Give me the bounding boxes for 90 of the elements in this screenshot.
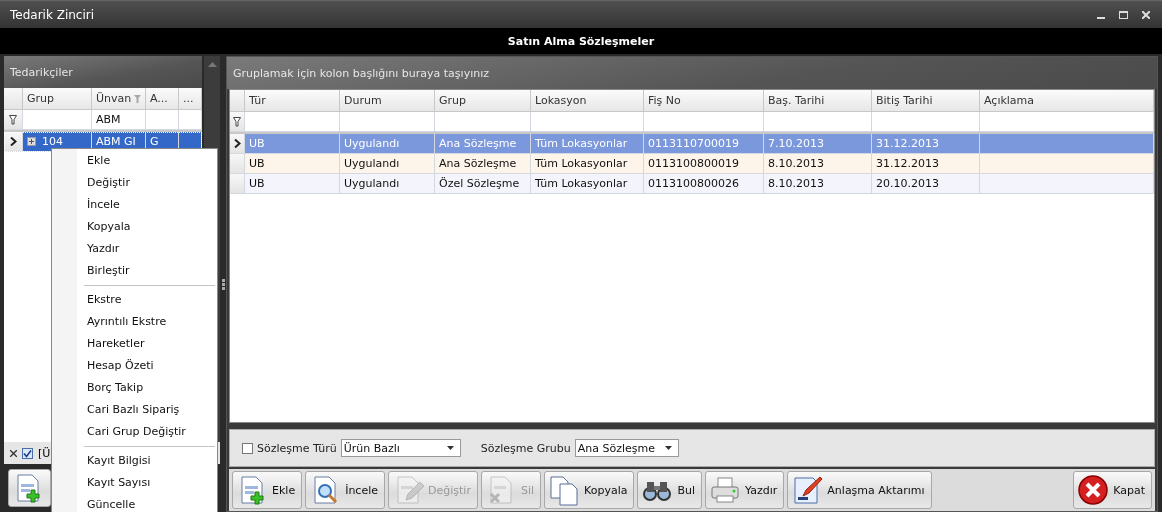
row-indicator-icon: [9, 137, 17, 146]
filter-icon: [233, 116, 241, 127]
column-header[interactable]: Açıklama: [980, 90, 1154, 112]
filter-cell[interactable]: [764, 112, 872, 132]
menu-item[interactable]: Yazdır: [52, 238, 217, 260]
table-cell: 0113100800026: [644, 174, 764, 194]
field-label: Sözleşme Grubu: [480, 441, 571, 455]
caret-icon: [664, 446, 672, 450]
menu-item[interactable]: Kopyala: [52, 216, 217, 238]
documents-icon: [548, 474, 581, 506]
checkbox[interactable]: [242, 442, 253, 454]
menu-item[interactable]: Değiştir: [52, 172, 217, 194]
caret-icon: [446, 446, 454, 450]
table-cell: Tüm Lokasyonlar: [531, 174, 644, 194]
column-header[interactable]: ...: [179, 88, 202, 110]
menu-item[interactable]: Ekle: [52, 150, 217, 172]
filter-cell[interactable]: [435, 112, 531, 132]
table-cell: UB: [245, 174, 340, 194]
section-title: Satın Alma Sözleşmeler: [507, 34, 655, 48]
dropdown-field[interactable]: Ana Sözleşme: [574, 439, 679, 457]
table-cell: 104: [42, 135, 63, 148]
scroll-up-icon[interactable]: [207, 62, 217, 67]
filter-cell[interactable]: [531, 112, 644, 132]
checkbox[interactable]: [22, 447, 33, 459]
filter-icon: [9, 114, 17, 125]
filter-cell[interactable]: [644, 112, 764, 132]
dropdown-field[interactable]: Ürün Bazlı: [340, 439, 461, 457]
menu-item[interactable]: Güncelle: [52, 494, 217, 512]
column-header[interactable]: Bitiş Tarihi: [872, 90, 980, 112]
pen-document-icon: [791, 474, 824, 506]
menu-item[interactable]: İncele: [52, 194, 217, 216]
column-header[interactable]: Grup: [23, 88, 92, 110]
filter-cell[interactable]: [980, 112, 1154, 132]
field-label: Sözleşme Türü: [257, 441, 337, 455]
menu-item[interactable]: Kayıt Sayısı: [52, 472, 217, 494]
table-cell: 8.10.2013: [764, 174, 872, 194]
header-corner: [230, 90, 245, 112]
column-header[interactable]: Tür: [245, 90, 340, 112]
row-indicator-icon: [233, 139, 241, 148]
table-row[interactable]: UB Uygulandı Ana Sözleşme Tüm Lokasyonlar 0113100800019 8.10.2013 31.12.2013: [230, 154, 1154, 174]
add-button[interactable]: [8, 469, 51, 507]
expand-icon[interactable]: [27, 137, 36, 146]
column-header[interactable]: Ünvan: [92, 88, 146, 110]
filter-cell[interactable]: [23, 110, 92, 130]
table-cell: Özel Sözleşme: [435, 174, 531, 194]
column-header[interactable]: Grup: [435, 90, 531, 112]
row-indicator[interactable]: [4, 132, 23, 152]
menu-item[interactable]: Cari Grup Değiştir: [52, 421, 217, 443]
menu-item[interactable]: Birleştir: [52, 260, 217, 282]
filter-cell[interactable]: [146, 110, 179, 130]
close-icon: [1077, 474, 1110, 506]
filter-icon: [134, 94, 141, 103]
filter-cell[interactable]: [340, 112, 435, 132]
close-button[interactable]: Kapat: [1073, 471, 1152, 509]
filter-cell[interactable]: [872, 112, 980, 132]
filter-cell[interactable]: [245, 112, 340, 132]
clear-filter-icon[interactable]: [10, 449, 17, 457]
maximize-icon[interactable]: [1119, 10, 1128, 19]
column-header[interactable]: Lokasyon: [531, 90, 644, 112]
table-row[interactable]: UB Uygulandı Özel Sözleşme Tüm Lokasyonlar 0113100800026 8.10.2013 20.10.2013: [230, 174, 1154, 194]
menu-item[interactable]: Borç Takip: [52, 377, 217, 399]
menu-item[interactable]: Ekstre: [52, 289, 217, 311]
column-header[interactable]: Fiş No: [644, 90, 764, 112]
panel-title: Tedarikçiler: [10, 65, 73, 79]
menu-item[interactable]: Hesap Özeti: [52, 355, 217, 377]
header-corner: [4, 88, 23, 110]
toolbar-button[interactable]: Yazdır: [705, 471, 785, 509]
splitter-grip-icon[interactable]: [221, 278, 225, 290]
column-header[interactable]: Durum: [340, 90, 435, 112]
menu-item[interactable]: Cari Bazlı Sipariş: [52, 399, 217, 421]
toolbar-button[interactable]: Ekle: [232, 471, 303, 509]
column-header[interactable]: A...: [146, 88, 179, 110]
column-header[interactable]: Baş. Tarihi: [764, 90, 872, 112]
menu-item[interactable]: Ayrıntılı Ekstre: [52, 311, 217, 333]
menu-item[interactable]: Hareketler: [52, 333, 217, 355]
toolbar-button[interactable]: Anlaşma Aktarımı: [787, 471, 932, 509]
filter-cell[interactable]: ABM: [92, 110, 146, 130]
window-title: Tedarik Zinciri: [10, 7, 95, 22]
table-cell: 20.10.2013: [872, 174, 980, 194]
printer-icon: [709, 474, 742, 506]
row-indicator[interactable]: [230, 134, 245, 154]
toolbar-button[interactable]: Bul: [637, 471, 703, 509]
toolbar-button[interactable]: İncele: [305, 471, 385, 509]
table-cell: Uygulandı: [340, 174, 435, 194]
menu-item[interactable]: Kayıt Bilgisi: [52, 450, 217, 472]
filter-text: [Ü: [38, 446, 51, 460]
group-hint: Gruplamak için kolon başlığını buraya taşıyınız: [233, 66, 489, 80]
toolbar-button[interactable]: Kopyala: [544, 471, 635, 509]
filter-cell[interactable]: [179, 110, 202, 130]
close-icon[interactable]: [1142, 10, 1150, 19]
